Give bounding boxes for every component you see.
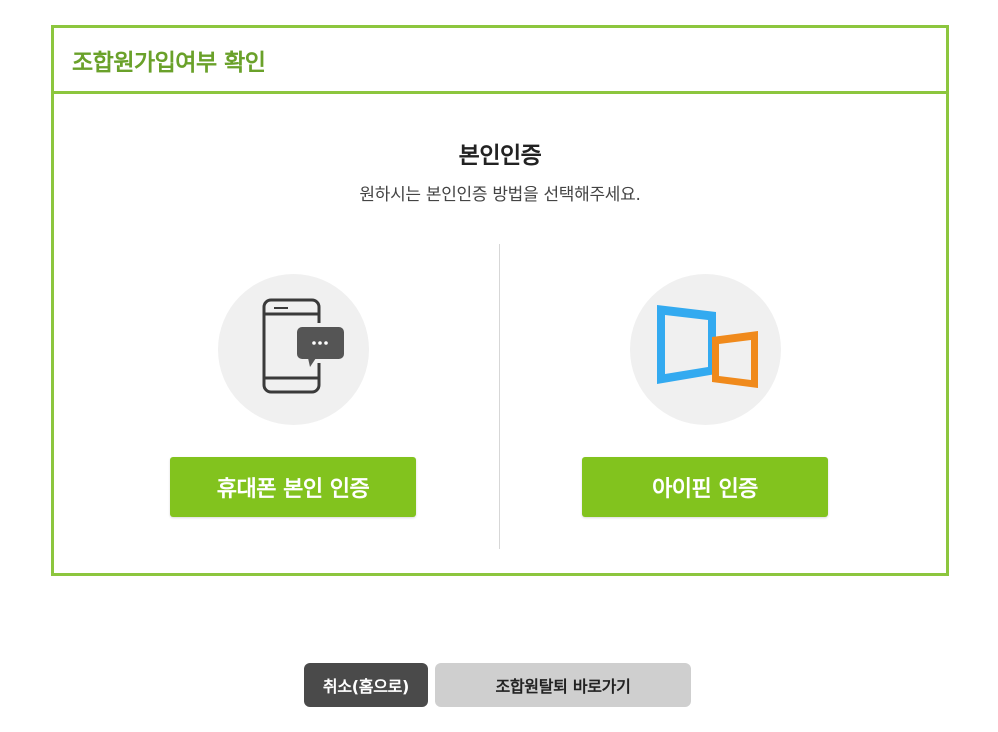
ipin-verification-option: 아이핀 인증 [582,274,828,520]
ipin-verification-button[interactable]: 아이핀 인증 [582,457,828,517]
option-divider [499,244,500,549]
mobile-verification-button[interactable]: 휴대폰 본인 인증 [170,457,416,517]
verification-title: 본인인증 [458,143,542,169]
ipin-icon [630,274,781,425]
membership-check-panel: 조합원가입여부 확인 본인인증 원하시는 본인인증 방법을 선택해주세요. 휴대… [51,25,949,576]
mobile-verification-option: 휴대폰 본인 인증 [170,274,416,520]
mobile-phone-chat-icon [218,274,369,425]
panel-title: 조합원가입여부 확인 [72,49,266,76]
cancel-home-button[interactable]: 취소(홈으로) [304,663,428,707]
withdraw-membership-button[interactable]: 조합원탈퇴 바로가기 [435,663,691,707]
panel-header: 조합원가입여부 확인 [54,28,946,94]
verification-description: 원하시는 본인인증 방법을 선택해주세요. [359,185,641,205]
